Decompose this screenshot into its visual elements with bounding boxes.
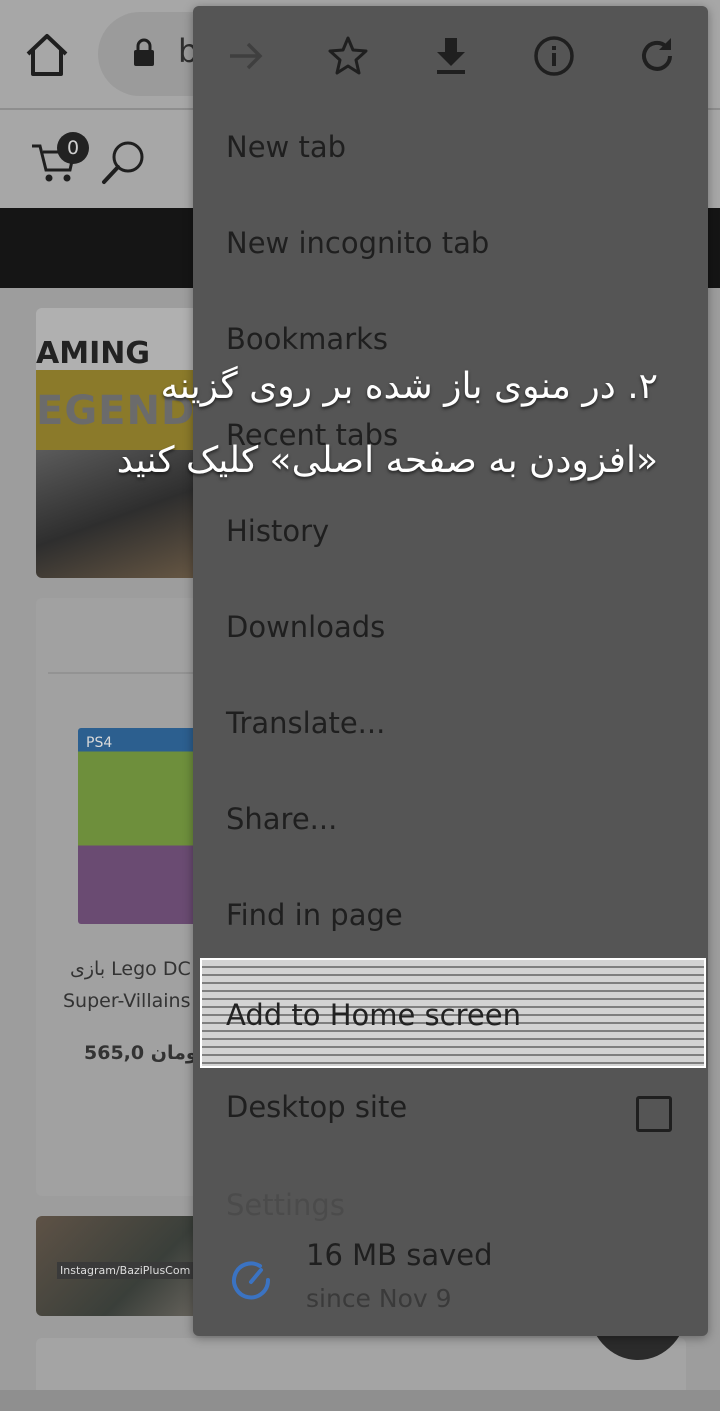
refresh-icon[interactable]: [635, 34, 679, 78]
watermark-text: Instagram/BaziPlusCom: [57, 1262, 194, 1279]
menu-item-label: Bookmarks: [226, 322, 389, 356]
next-card: [36, 1338, 686, 1398]
menu-item-new-incognito-tab[interactable]: New incognito tab: [193, 200, 708, 296]
menu-item-label: Share...: [226, 802, 338, 836]
menu-item-label: New tab: [226, 130, 347, 164]
menu-item-label: Add to Home screen: [226, 998, 521, 1032]
cart-count-badge: 0: [57, 132, 89, 164]
product-title-line1[interactable]: بازی Lego DC: [70, 958, 191, 980]
data-saver-since: since Nov 9: [306, 1284, 452, 1313]
product-price: تومان 565,0: [84, 1042, 205, 1064]
menu-item-label: History: [226, 514, 330, 548]
page-info-icon[interactable]: [532, 34, 576, 78]
banner-title: AMING: [36, 336, 150, 371]
menu-toolbar: [193, 6, 708, 106]
instruction-line-2: «افزودن به صفحه اصلی» کلیک کنید: [116, 440, 658, 481]
menu-item-label: Downloads: [226, 610, 386, 644]
forward-arrow-icon[interactable]: [224, 34, 268, 78]
menu-item-translate[interactable]: Translate...: [193, 680, 708, 776]
bottom-strip: [0, 1390, 720, 1411]
bookmark-star-icon[interactable]: [326, 34, 370, 78]
desktop-site-checkbox[interactable]: [636, 1096, 672, 1132]
menu-item-new-tab[interactable]: New tab: [193, 104, 708, 200]
menu-item-find-in-page[interactable]: Find in page: [193, 872, 708, 968]
menu-item-downloads[interactable]: Downloads: [193, 584, 708, 680]
menu-item-history[interactable]: History: [193, 488, 708, 584]
menu-item-label: Find in page: [226, 898, 403, 932]
data-saver-gauge-icon: [232, 1261, 271, 1300]
menu-item-label: Translate...: [226, 706, 386, 740]
browser-overflow-menu: New tab New incognito tab Bookmarks Rece…: [193, 6, 708, 1336]
instruction-line-1: ۲. در منوی باز شده بر روی گزینه: [160, 366, 658, 407]
menu-item-label: Desktop site: [226, 1090, 408, 1124]
download-icon[interactable]: [429, 34, 473, 78]
platform-badge: PS4: [86, 735, 113, 751]
lock-icon: [134, 38, 154, 66]
menu-item-add-to-home-screen[interactable]: Add to Home screen: [200, 958, 706, 1068]
menu-item-settings[interactable]: Settings: [226, 1188, 345, 1222]
menu-item-desktop-site[interactable]: Desktop site: [193, 1064, 708, 1160]
product-title-line2[interactable]: Super-Villains: [63, 990, 190, 1012]
search-icon[interactable]: [100, 138, 148, 186]
menu-item-share[interactable]: Share...: [193, 776, 708, 872]
menu-item-label: New incognito tab: [226, 226, 490, 260]
product-cover-image[interactable]: [78, 728, 196, 924]
data-saver-amount[interactable]: 16 MB saved: [306, 1238, 493, 1272]
home-icon[interactable]: [22, 30, 72, 80]
